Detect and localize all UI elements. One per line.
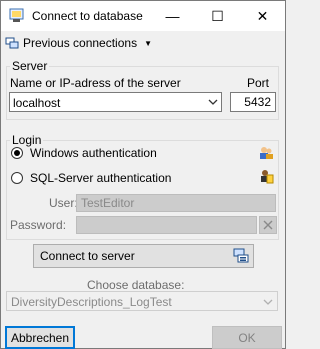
- sql-user-icon: [261, 170, 274, 184]
- server-combobox[interactable]: localhost: [9, 92, 222, 112]
- minimize-button[interactable]: —: [150, 1, 195, 31]
- login-group-label: Login: [10, 133, 44, 147]
- port-field[interactable]: 5432: [230, 92, 276, 112]
- sql-auth-radio[interactable]: [11, 172, 23, 184]
- ok-button[interactable]: OK: [212, 326, 282, 349]
- chevron-down-icon: ▼: [144, 38, 152, 48]
- server-name-label: Name or IP-adress of the server: [10, 76, 181, 90]
- server-name-value: localhost: [13, 96, 61, 110]
- previous-connections-label: Previous connections: [23, 36, 138, 50]
- connections-icon: [5, 37, 19, 49]
- password-label: Password:: [10, 218, 67, 232]
- connect-dialog: Connect to database — ☐ ✕ Previous conne…: [0, 0, 286, 349]
- password-field[interactable]: [76, 216, 257, 234]
- chevron-down-icon[interactable]: [262, 297, 274, 307]
- connect-to-server-button[interactable]: Connect to server: [33, 244, 254, 268]
- sql-auth-label[interactable]: SQL-Server authentication: [30, 171, 171, 185]
- connect-button-label: Connect to server: [40, 249, 135, 263]
- user-field[interactable]: TestEditor: [76, 194, 276, 212]
- windows-auth-radio[interactable]: [11, 147, 23, 159]
- port-label: Port: [247, 76, 270, 90]
- server-group-label: Server: [10, 59, 50, 73]
- database-icon: [9, 8, 24, 22]
- user-label: User:: [49, 196, 78, 210]
- menu-bar: Previous connections ▼: [1, 32, 285, 54]
- windows-auth-label[interactable]: Windows authentication: [30, 146, 157, 160]
- cancel-button[interactable]: Abbrechen: [5, 326, 75, 349]
- windows-users-icon: [260, 147, 273, 159]
- clear-password-button[interactable]: [259, 216, 277, 234]
- window-title: Connect to database: [32, 9, 143, 23]
- title-bar: Connect to database — ☐ ✕: [1, 1, 285, 31]
- choose-database-label: Choose database:: [87, 278, 185, 292]
- chevron-down-icon[interactable]: [207, 97, 219, 107]
- maximize-button[interactable]: ☐: [195, 1, 240, 31]
- previous-connections-menu[interactable]: Previous connections ▼: [5, 34, 152, 52]
- database-combobox[interactable]: DiversityDescriptions_LogTest: [6, 291, 278, 311]
- close-icon: [263, 220, 273, 230]
- server-connect-icon: [233, 248, 249, 263]
- database-selected-value: DiversityDescriptions_LogTest: [11, 295, 172, 309]
- close-button[interactable]: ✕: [240, 1, 285, 31]
